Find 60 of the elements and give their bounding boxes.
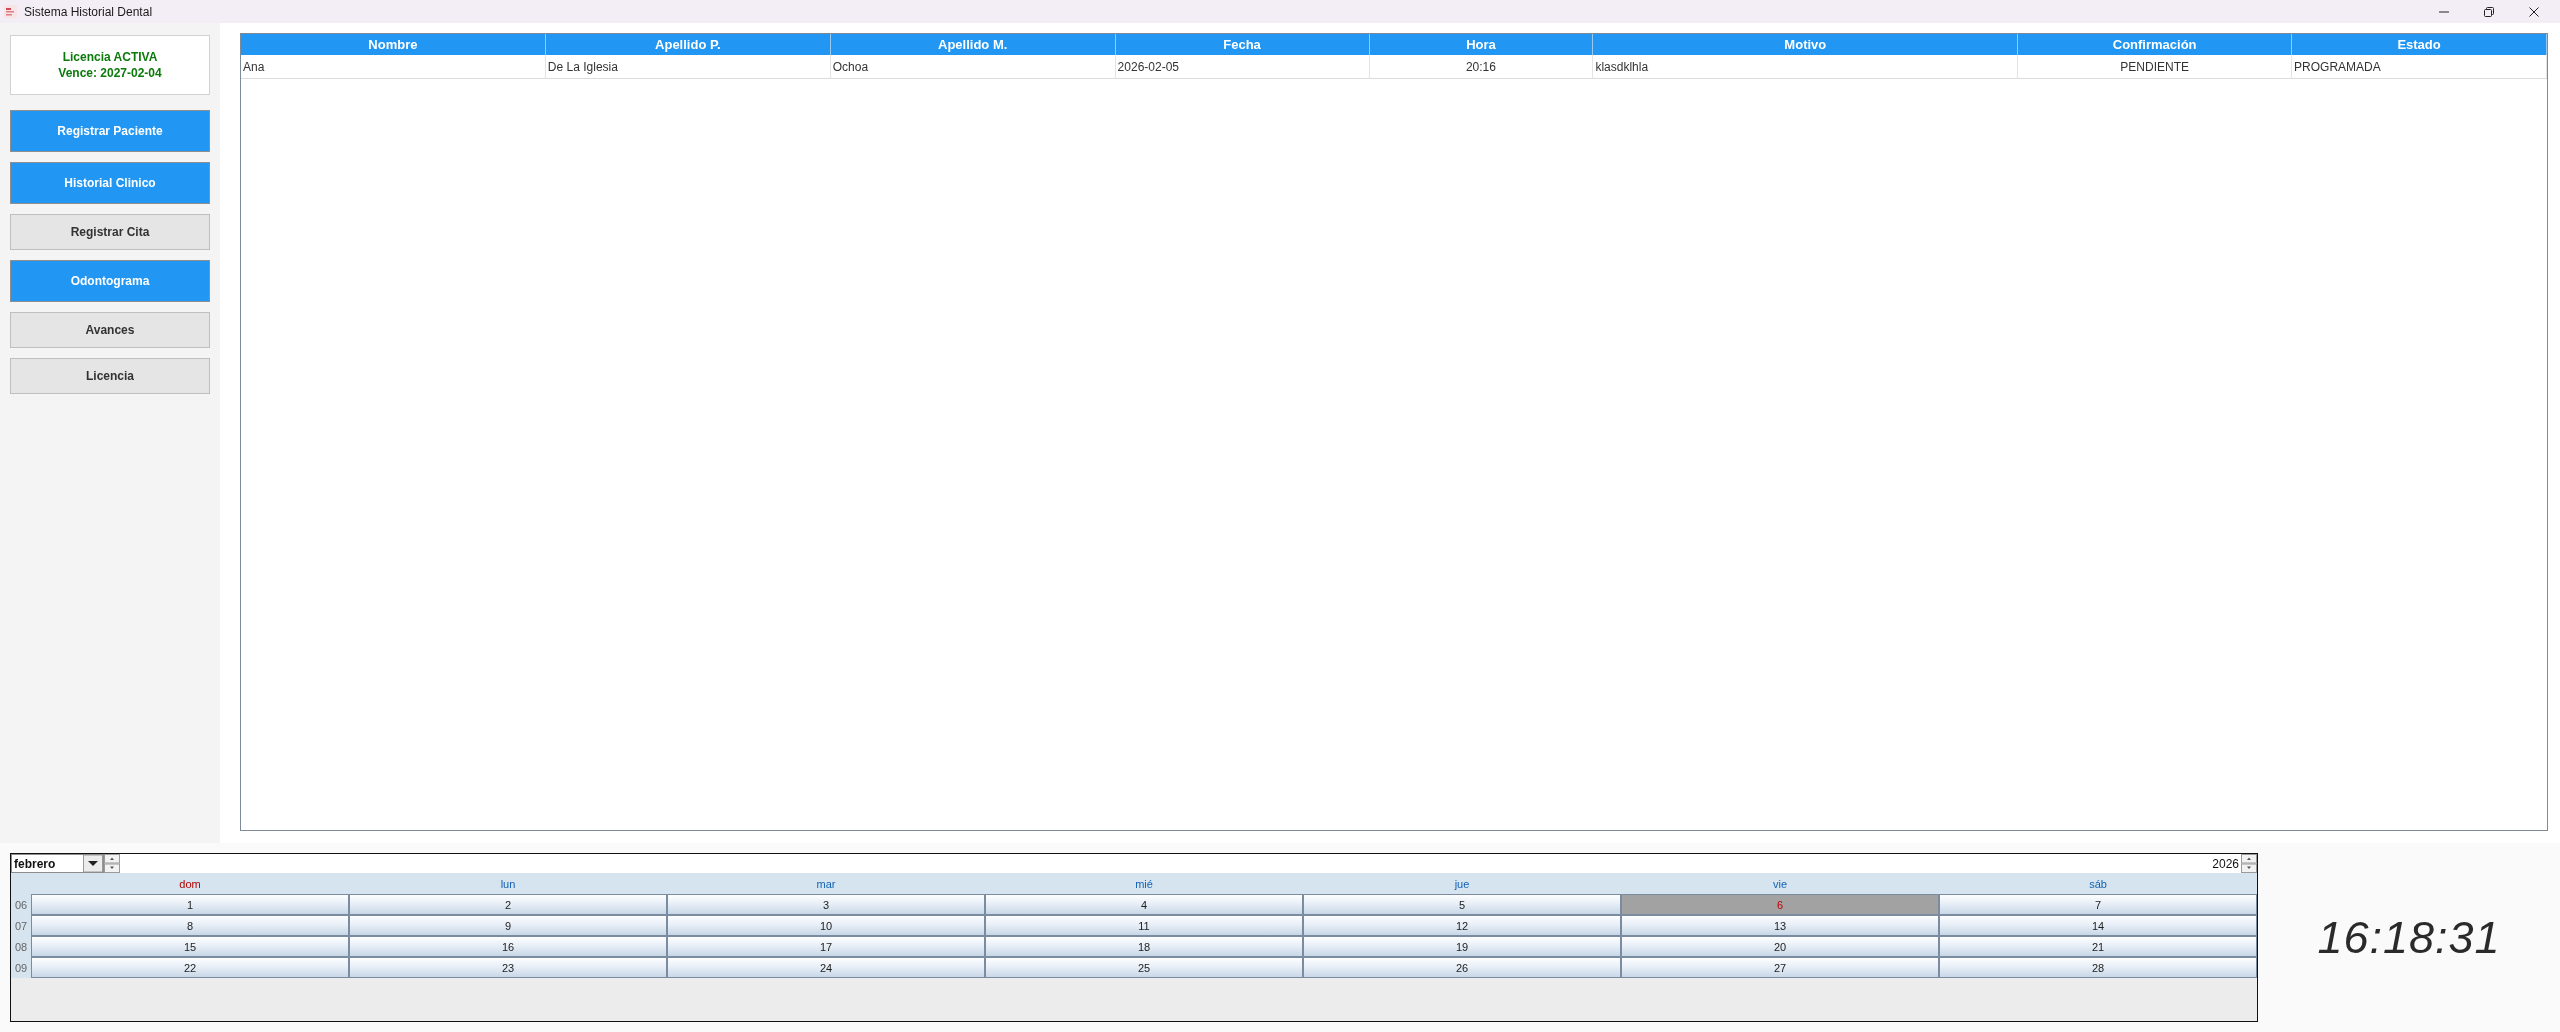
sidebar-button[interactable]: Avances	[10, 312, 210, 348]
day-button[interactable]: 16	[349, 936, 667, 957]
week-number: 06	[13, 897, 29, 913]
day-button[interactable]: 28	[1939, 957, 2257, 978]
weekday-label: jue	[1453, 876, 1471, 892]
table-cell: PROGRAMADA	[2292, 55, 2547, 79]
day-button[interactable]: 9	[349, 915, 667, 936]
license-status: Licencia ACTIVA	[62, 49, 158, 65]
table-cell: 2026-02-05	[1115, 55, 1370, 79]
day-button[interactable]: 3	[667, 894, 985, 915]
day-button[interactable]: 18	[985, 936, 1303, 957]
license-expiry: Vence: 2027-02-04	[58, 65, 162, 81]
weekday-label: mar	[815, 876, 837, 892]
day-button[interactable]: 11	[985, 915, 1303, 936]
app-logo-icon	[4, 5, 17, 18]
weekday-label: sáb	[2088, 876, 2108, 892]
close-icon	[2528, 6, 2539, 17]
restore-icon	[2483, 6, 2494, 17]
week-number: 08	[13, 939, 29, 955]
weekday-label: lun	[499, 876, 517, 892]
spinner-arrows-icon[interactable]	[104, 854, 120, 873]
table-cell: 20:16	[1369, 55, 1594, 79]
spinner-arrows-icon[interactable]	[2241, 854, 2257, 873]
day-button[interactable]: 14	[1939, 915, 2257, 936]
day-button[interactable]: 7	[1939, 894, 2257, 915]
day-button[interactable]: 24	[667, 957, 985, 978]
day-button[interactable]: 27	[1621, 957, 1939, 978]
day-button[interactable]: 10	[667, 915, 985, 936]
day-button[interactable]: 4	[985, 894, 1303, 915]
table-cell: PENDIENTE	[2018, 55, 2293, 79]
day-button[interactable]: 20	[1621, 936, 1939, 957]
day-button[interactable]: 15	[31, 936, 349, 957]
day-button[interactable]: 22	[31, 957, 349, 978]
day-button[interactable]: 23	[349, 957, 667, 978]
window-title: Sistema Historial Dental	[24, 4, 153, 19]
table-cell: klasdklhla	[1593, 55, 2019, 79]
week-number: 07	[13, 918, 29, 934]
day-button[interactable]: 17	[667, 936, 985, 957]
table-cell: Ana	[241, 55, 546, 79]
clock-time: 16:18:31	[2317, 911, 2501, 964]
table-cell: Ochoa	[830, 55, 1116, 79]
month-dropdown[interactable]: febrero	[11, 854, 104, 873]
day-button[interactable]: 26	[1303, 957, 1621, 978]
day-button[interactable]: 5	[1303, 894, 1621, 915]
week-number: 09	[13, 960, 29, 976]
weekday-label: vie	[1771, 876, 1789, 892]
day-button[interactable]: 21	[1939, 936, 2257, 957]
day-button[interactable]: 2	[349, 894, 667, 915]
weekday-label: dom	[178, 876, 202, 892]
day-button[interactable]: 8	[31, 915, 349, 936]
day-button[interactable]: 1	[31, 894, 349, 915]
day-button[interactable]: 25	[985, 957, 1303, 978]
sidebar-button[interactable]: Registrar Cita	[10, 214, 210, 250]
weekday-label: mié	[1134, 876, 1154, 892]
table-cell: De La Iglesia	[545, 55, 831, 79]
sidebar-button[interactable]: Licencia	[10, 358, 210, 394]
day-button[interactable]: 19	[1303, 936, 1621, 957]
day-button[interactable]: 12	[1303, 915, 1621, 936]
day-button[interactable]: 13	[1621, 915, 1939, 936]
year-field[interactable]: 2026	[120, 854, 2241, 873]
